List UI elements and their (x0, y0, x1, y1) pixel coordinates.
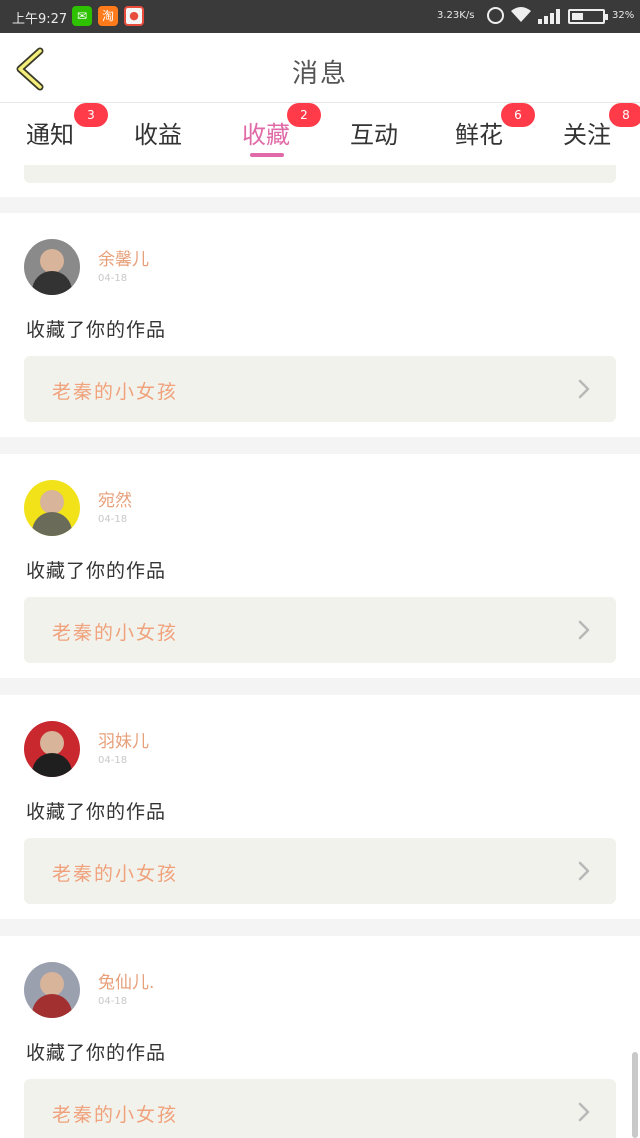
work-title: 老秦的小女孩 (52, 863, 179, 885)
scrollbar[interactable] (632, 1052, 638, 1138)
message-date: 04-18 (98, 273, 128, 284)
tab-badge: 2 (287, 103, 321, 127)
username[interactable]: 余馨儿 (98, 245, 149, 270)
active-tab-indicator (250, 153, 284, 157)
tab-badge: 8 (609, 103, 640, 127)
app-icon: ● (124, 6, 144, 26)
work-card[interactable]: 老秦的小女孩 (24, 356, 616, 422)
chevron-right-icon (578, 861, 590, 881)
tab-bar: 通知 3 收益 收藏 2 互动 鲜花 6 关注 8 (0, 103, 640, 165)
alarm-icon (487, 7, 504, 24)
username[interactable]: 兔仙儿. (98, 968, 154, 993)
work-title: 老秦的小女孩 (52, 381, 179, 403)
tab-label: 通知 (26, 121, 74, 149)
tab-favorites[interactable]: 收藏 2 (242, 103, 321, 150)
list-item: 羽妹儿 04-18 收藏了你的作品 老秦的小女孩 (0, 695, 640, 919)
tab-badge: 6 (501, 103, 535, 127)
tab-badge: 3 (74, 103, 108, 127)
wechat-icon: ✉ (72, 6, 92, 26)
message-action: 收藏了你的作品 (26, 1042, 167, 1064)
message-action: 收藏了你的作品 (26, 319, 167, 341)
battery-percent: 32% (612, 10, 635, 21)
avatar-face (40, 731, 64, 755)
tab-earnings[interactable]: 收益 (134, 115, 182, 150)
avatar-face (40, 249, 64, 273)
chevron-right-icon (578, 1102, 590, 1122)
message-date: 04-18 (98, 755, 128, 766)
list-item: 余馨儿 04-18 收藏了你的作品 老秦的小女孩 (0, 213, 640, 437)
tab-label: 鲜花 (455, 121, 503, 149)
tab-label: 收藏 (242, 121, 290, 149)
avatar-body (32, 512, 72, 536)
avatar-body (32, 753, 72, 777)
taobao-icon: 淘 (98, 6, 118, 26)
message-action: 收藏了你的作品 (26, 801, 167, 823)
work-card[interactable] (24, 165, 616, 183)
tab-label: 关注 (563, 121, 611, 149)
username[interactable]: 羽妹儿 (98, 727, 149, 752)
message-date: 04-18 (98, 514, 128, 525)
work-title: 老秦的小女孩 (52, 1104, 179, 1126)
work-card[interactable]: 老秦的小女孩 (24, 838, 616, 904)
net-speed: 3.23K/s (437, 10, 475, 21)
tab-interaction[interactable]: 互动 (350, 115, 398, 150)
message-action: 收藏了你的作品 (26, 560, 167, 582)
avatar[interactable] (24, 480, 80, 536)
header: 消息 (0, 33, 640, 103)
avatar[interactable] (24, 721, 80, 777)
tab-label: 互动 (350, 121, 398, 149)
battery-icon (568, 9, 608, 24)
list-item: 兔仙儿. 04-18 收藏了你的作品 老秦的小女孩 (0, 936, 640, 1138)
tab-follow[interactable]: 关注 8 (563, 103, 640, 150)
avatar[interactable] (24, 962, 80, 1018)
list-item (0, 165, 640, 197)
battery-fill (572, 13, 583, 20)
avatar-face (40, 972, 64, 996)
chevron-right-icon (578, 379, 590, 399)
tab-flowers[interactable]: 鲜花 6 (455, 103, 535, 150)
list-item: 宛然 04-18 收藏了你的作品 老秦的小女孩 (0, 454, 640, 678)
avatar[interactable] (24, 239, 80, 295)
wifi-icon (511, 7, 531, 22)
avatar-face (40, 490, 64, 514)
page-title: 消息 (291, 59, 348, 89)
work-title: 老秦的小女孩 (52, 622, 179, 644)
avatar-body (32, 994, 72, 1018)
username[interactable]: 宛然 (98, 486, 132, 511)
chevron-right-icon (578, 620, 590, 640)
tab-notice[interactable]: 通知 3 (26, 103, 108, 150)
message-date: 04-18 (98, 996, 128, 1007)
work-card[interactable]: 老秦的小女孩 (24, 597, 616, 663)
status-time: 上午9:27 (12, 12, 68, 27)
avatar-body (32, 271, 72, 295)
work-card[interactable]: 老秦的小女孩 (24, 1079, 616, 1138)
signal-icon (538, 9, 560, 24)
status-bar: 上午9:27 ✉ 淘 ● 3.23K/s 32% (0, 0, 640, 33)
tab-label: 收益 (134, 121, 182, 149)
